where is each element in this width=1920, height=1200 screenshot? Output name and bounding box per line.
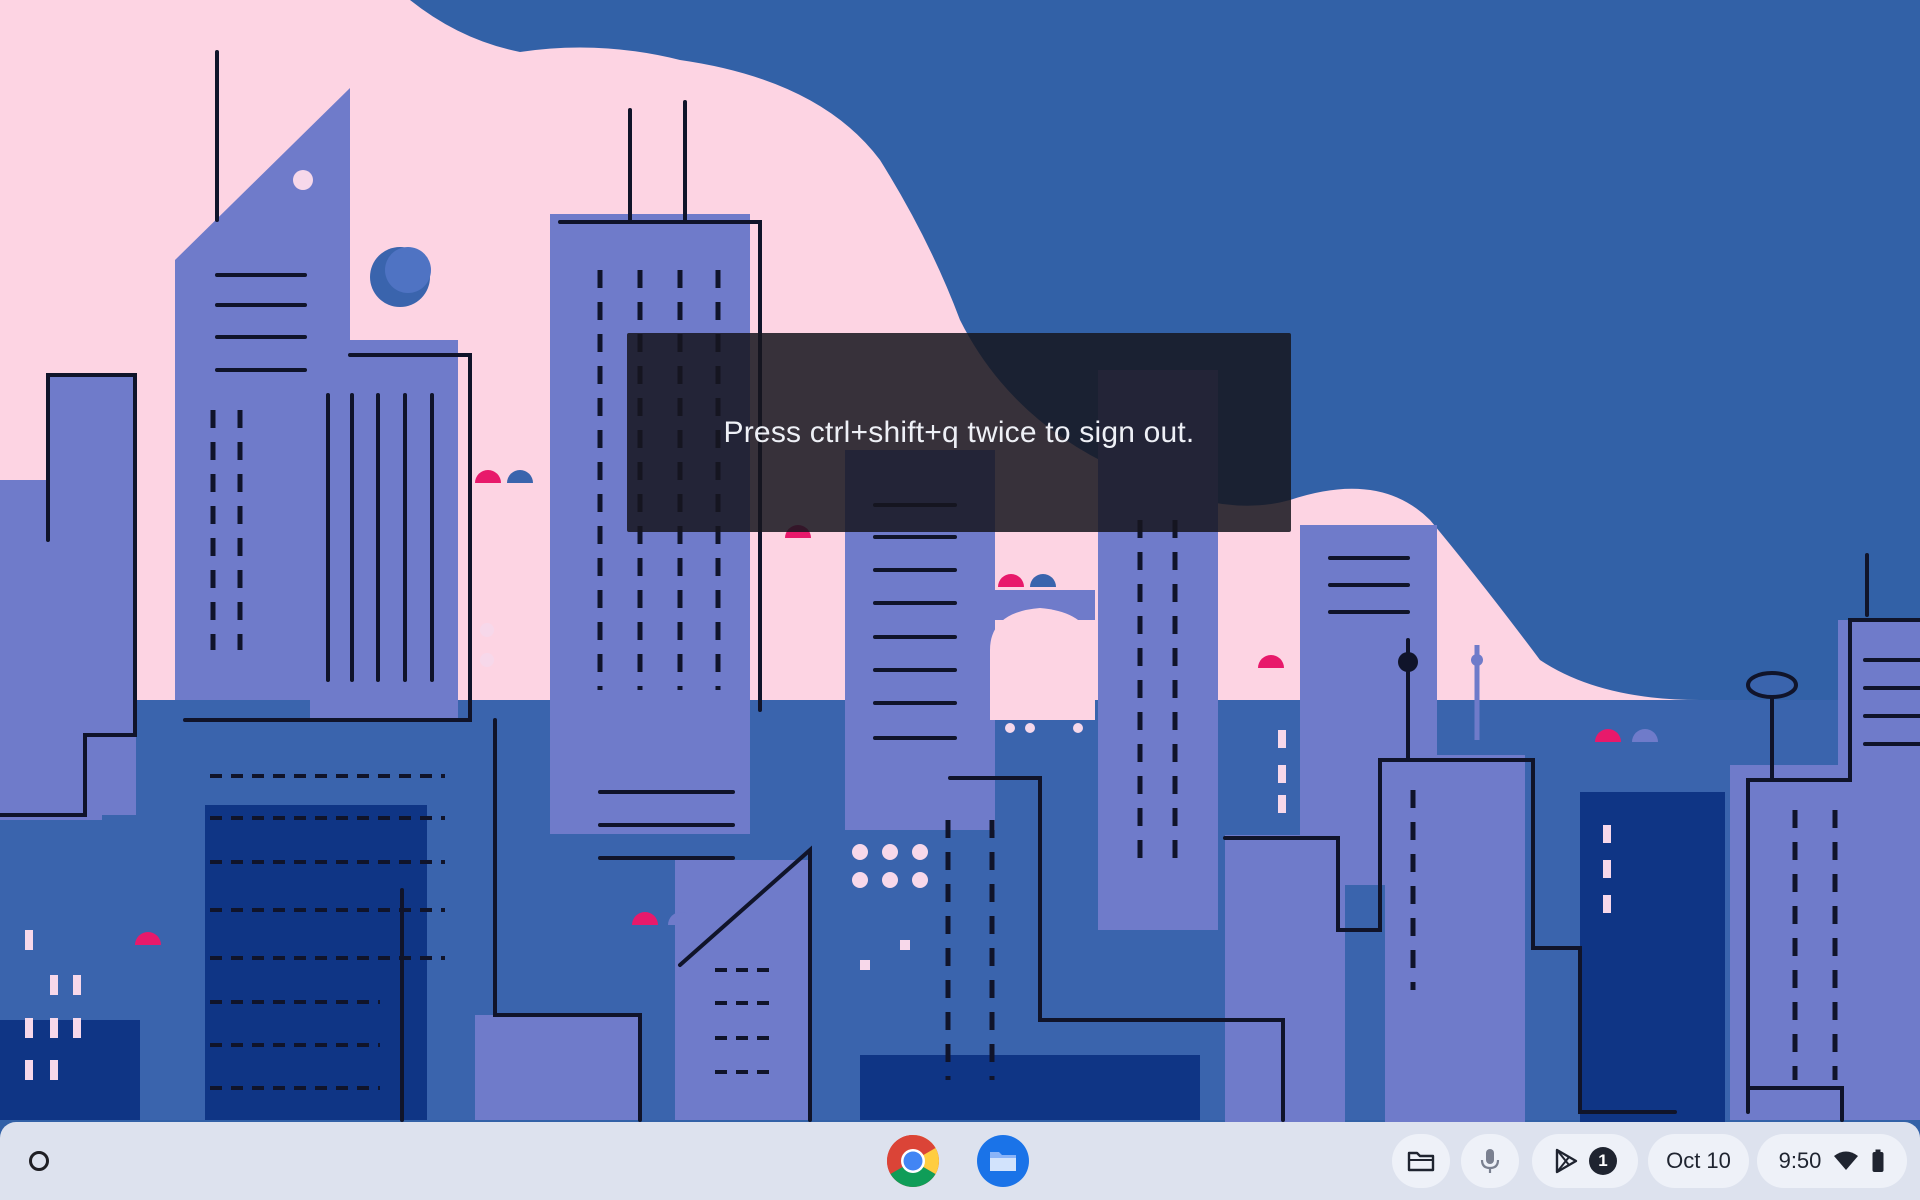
microphone-icon — [1480, 1149, 1500, 1173]
launcher-button[interactable] — [18, 1140, 60, 1182]
chrome-icon — [887, 1135, 939, 1187]
notification-count-badge: 1 — [1589, 1147, 1617, 1175]
holding-space-button[interactable] — [1392, 1134, 1450, 1188]
toast-message: Press ctrl+shift+q twice to sign out. — [723, 415, 1195, 449]
files-app-button[interactable] — [975, 1133, 1031, 1189]
wifi-icon — [1834, 1151, 1859, 1170]
desktop: Press ctrl+shift+q twice to sign out. 1 … — [0, 0, 1920, 1200]
date-tray[interactable]: Oct 10 — [1648, 1134, 1749, 1188]
battery-icon — [1872, 1149, 1884, 1172]
time-label: 9:50 — [1778, 1148, 1822, 1173]
play-store-icon — [1555, 1148, 1578, 1174]
folder-icon — [1407, 1151, 1435, 1172]
city-skyline-wallpaper — [0, 0, 1920, 1200]
status-area[interactable]: 9:50 — [1757, 1134, 1907, 1188]
sign-out-toast: Press ctrl+shift+q twice to sign out. — [627, 333, 1291, 532]
shelf: 1 Oct 10 9:50 — [0, 1122, 1920, 1200]
dictation-button[interactable] — [1461, 1134, 1519, 1188]
chrome-app-button[interactable] — [885, 1133, 941, 1189]
notifications-button[interactable]: 1 — [1532, 1134, 1638, 1188]
date-label: Oct 10 — [1666, 1148, 1731, 1173]
files-icon — [977, 1135, 1029, 1187]
launcher-circle-icon — [29, 1151, 49, 1171]
